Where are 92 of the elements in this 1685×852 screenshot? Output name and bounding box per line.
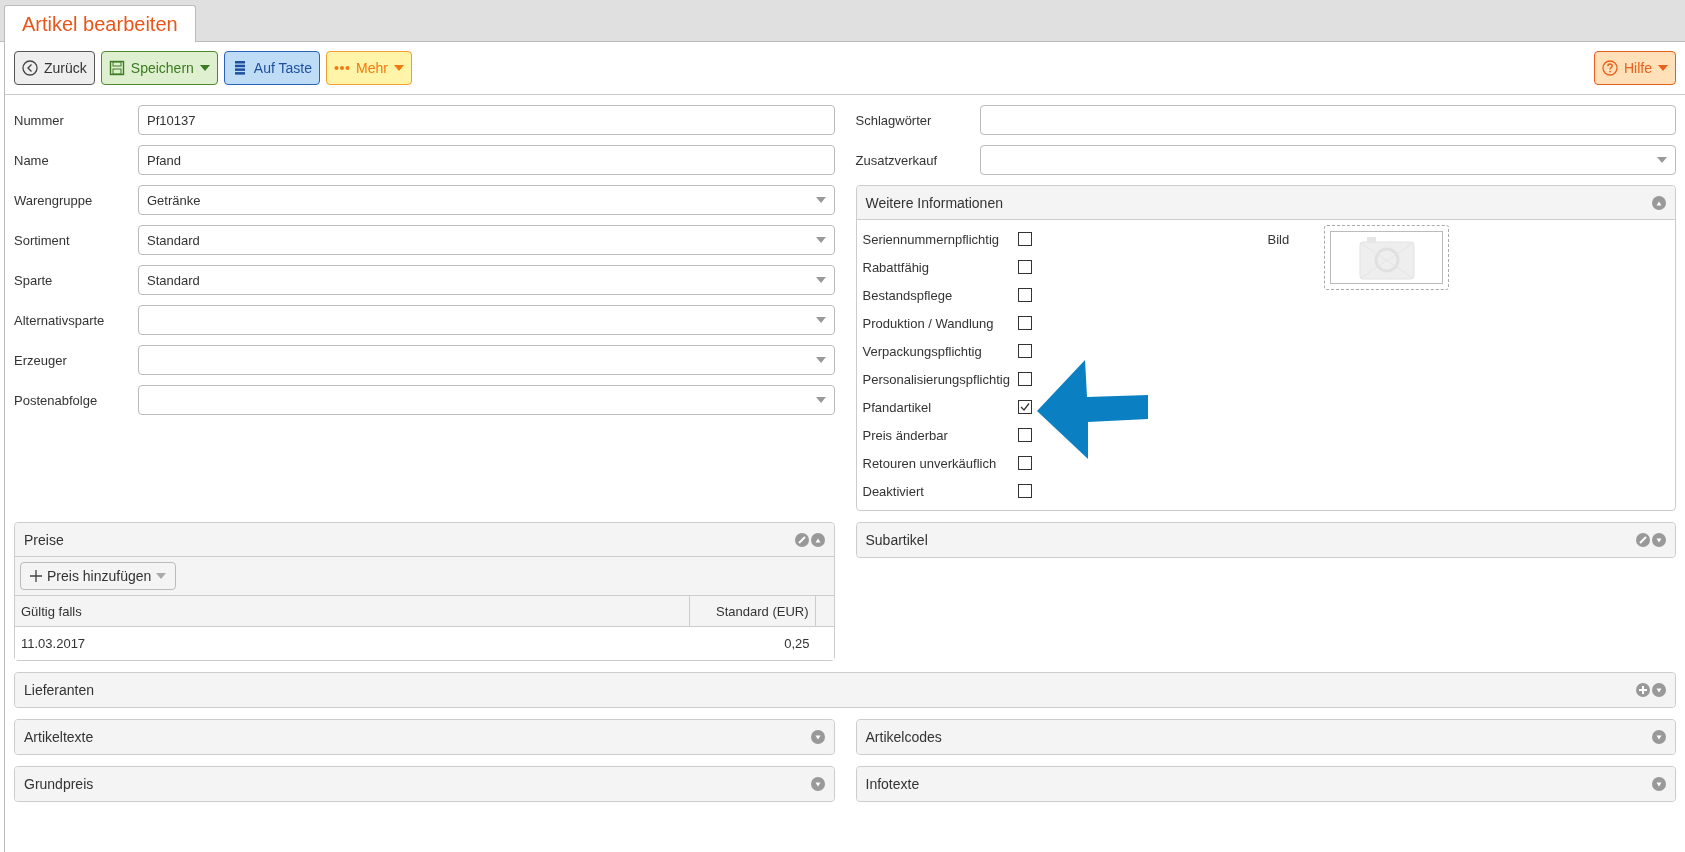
caret-icon (1657, 157, 1667, 163)
collapse-icon[interactable] (810, 532, 825, 547)
panel-title: Grundpreis (24, 776, 94, 792)
caret-icon (815, 237, 826, 243)
select-field[interactable]: Standard (138, 265, 835, 295)
edit-icon[interactable] (1636, 533, 1650, 547)
key-button[interactable]: Auf Taste (223, 51, 320, 85)
select-field[interactable] (138, 385, 835, 415)
panel-header[interactable]: Grundpreis (15, 767, 834, 801)
panel-header[interactable]: Artikeltexte (15, 720, 834, 754)
image-dropzone[interactable] (1324, 225, 1450, 290)
checkbox-label: Bestandspflege (862, 287, 954, 303)
checkbox-label: Produktion / Wandlung (862, 315, 995, 331)
camera-placeholder-icon (1358, 235, 1415, 280)
panel-title: Subartikel (865, 532, 928, 548)
field-label: Name (14, 152, 50, 168)
field-label: Zusatzverkauf (855, 152, 939, 168)
checkbox[interactable] (1017, 484, 1032, 498)
expand-icon[interactable] (1652, 533, 1666, 547)
back-icon (22, 60, 38, 76)
checkbox[interactable] (1017, 428, 1032, 442)
checkbox-label: Pfandartikel (862, 399, 933, 415)
caret-icon (815, 357, 826, 363)
panel-title: Preise (24, 531, 64, 548)
select-field[interactable]: Standard (138, 225, 835, 255)
field-label: Sparte (14, 272, 54, 288)
text-field[interactable]: Pfand (138, 145, 835, 175)
expand-icon[interactable] (1652, 730, 1666, 744)
panel-header[interactable]: Weitere Informationen (856, 186, 1675, 220)
expand-icon[interactable] (810, 730, 825, 744)
panel-header[interactable]: Lieferanten (15, 673, 1675, 707)
checkbox[interactable] (1017, 288, 1032, 302)
panel-title: Infotexte (865, 776, 920, 792)
expand-icon[interactable] (810, 777, 825, 791)
select-field[interactable] (138, 305, 835, 335)
save-icon (108, 60, 125, 76)
panel-title: Weitere Informationen (865, 194, 1003, 211)
checkbox-label: Rabattfähig (862, 259, 930, 275)
expand-icon[interactable] (1652, 777, 1666, 791)
panel-title: Artikeltexte (24, 729, 94, 745)
panel-title: Artikelcodes (865, 729, 942, 745)
checkbox-label: Retouren unverkäuflich (862, 455, 998, 471)
plus-icon (30, 570, 42, 582)
checkbox[interactable] (1017, 456, 1032, 470)
add-price-button[interactable]: Preis hinzufügen (20, 562, 177, 590)
page-tab[interactable]: Artikel bearbeiten (4, 5, 196, 42)
column-header: Gültig falls (15, 596, 690, 626)
column-header: Standard (EUR) (689, 596, 816, 626)
help-icon (1602, 60, 1618, 76)
checkbox[interactable] (1017, 344, 1032, 358)
caret-icon (156, 573, 167, 579)
select-field[interactable] (138, 345, 835, 375)
checkbox-label: Deaktiviert (862, 483, 925, 499)
image-label: Bild (1267, 232, 1290, 247)
caret-icon (815, 277, 826, 283)
dots-icon (333, 65, 350, 71)
caret-icon (815, 317, 826, 323)
checkbox[interactable] (1017, 316, 1032, 330)
field-label: Postenabfolge (14, 392, 99, 408)
panel-title: Lieferanten (24, 682, 95, 698)
collapse-icon[interactable] (1652, 195, 1666, 210)
save-button[interactable]: Speichern (100, 51, 218, 85)
panel-header[interactable]: Subartikel (856, 523, 1675, 557)
table-cell-text: 0,25 (783, 635, 811, 653)
checkbox-label: Verpackungspflichtig (862, 343, 983, 359)
field-label: Warengruppe (14, 192, 94, 208)
field-label: Schlagwörter (855, 112, 933, 128)
field-label: Nummer (14, 112, 65, 128)
checkbox[interactable] (1017, 400, 1032, 414)
select-field[interactable]: Getränke (138, 185, 835, 215)
checkbox-label: Personalisierungspflichtig (862, 371, 1011, 387)
field-label: Erzeuger (14, 352, 68, 368)
panel-header[interactable]: Preise (15, 523, 834, 557)
checkbox-label: Seriennummernpflichtig (862, 231, 1001, 247)
checkbox[interactable] (1017, 260, 1032, 274)
text-field[interactable]: Pf10137 (138, 105, 835, 135)
checkbox[interactable] (1017, 232, 1032, 246)
field-label: Alternativsparte (14, 312, 106, 328)
edit-icon[interactable] (794, 532, 809, 547)
checkbox-label: Preis änderbar (862, 427, 949, 443)
caret-icon (815, 397, 826, 403)
text-field[interactable] (979, 105, 1676, 135)
panel-header[interactable]: Artikelcodes (856, 720, 1675, 754)
back-button[interactable]: Zurück (14, 51, 95, 85)
field-label: Sortiment (14, 232, 71, 248)
select-field[interactable] (979, 145, 1676, 175)
table-cell-text: 11.03.2017 (20, 635, 87, 653)
checkbox[interactable] (1017, 372, 1032, 386)
move-icon[interactable] (1636, 683, 1650, 697)
caret-icon (815, 197, 826, 203)
panel-header[interactable]: Infotexte (856, 767, 1675, 801)
expand-icon[interactable] (1652, 683, 1666, 697)
